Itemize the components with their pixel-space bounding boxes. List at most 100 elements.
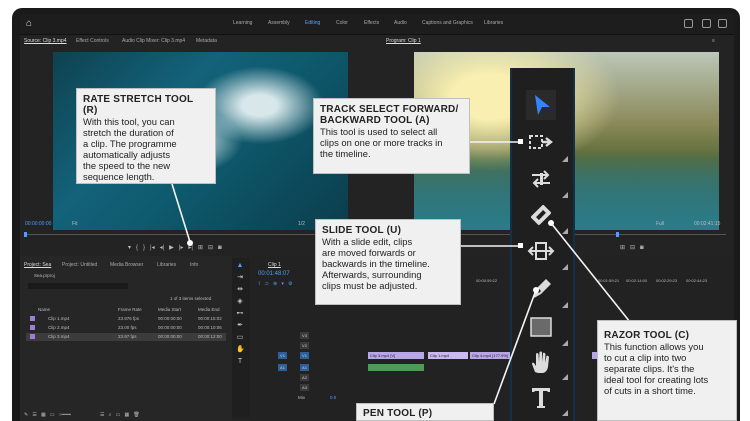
timeline-timecode[interactable]: 00:01:48:07 (258, 271, 290, 277)
tab-source[interactable]: Source: Clip 3.mp4 (24, 38, 67, 44)
timeline-clip[interactable]: Clip 1.mp4 (428, 352, 468, 359)
track-label: V1 (300, 352, 309, 359)
col-name[interactable]: Name (38, 307, 50, 312)
tab-project-sea[interactable]: Project: Sea (24, 262, 51, 268)
source-playhead[interactable] (24, 232, 27, 237)
track-select-forward-icon[interactable] (526, 128, 556, 158)
tool-flyout-icon[interactable] (562, 302, 568, 308)
workspace-audio[interactable]: Audio (394, 20, 407, 26)
workspace-effects[interactable]: Effects (364, 20, 379, 26)
tool-flyout-icon[interactable] (562, 156, 568, 162)
track-header-a1[interactable]: A1 A1 (270, 363, 346, 372)
fullscreen-icon[interactable] (718, 19, 727, 28)
program-full-dropdown[interactable]: Full (656, 221, 664, 227)
col-media-start[interactable]: Media Start (158, 307, 181, 312)
workspace-libraries[interactable]: Libraries (484, 20, 503, 26)
master-track-value[interactable]: 0.0 (330, 395, 336, 400)
table-row[interactable]: Clip 1.mp4 23.976 fps 00:00:00:00 00:00:… (26, 315, 226, 323)
col-media-end[interactable]: Media End (198, 307, 220, 312)
rectangle-icon[interactable] (526, 312, 556, 342)
tab-program[interactable]: Program: Clip 1 (386, 38, 421, 44)
type-icon[interactable]: T (236, 358, 244, 366)
tab-project-untitled[interactable]: Project: Untitled (62, 262, 97, 268)
rectangle-icon[interactable]: ▭ (236, 334, 244, 342)
table-row[interactable]: Clip 2.mp4 23.00 fps 00:00:00:00 00:00:1… (26, 324, 226, 332)
callout-line: backwards in the timeline. (322, 258, 430, 269)
clip-end: 00:00:10:06 (198, 325, 222, 330)
track-select-icon[interactable]: ⇥ (236, 274, 244, 282)
track-header-v2[interactable]: V2 (270, 341, 346, 350)
share-icon[interactable] (684, 19, 693, 28)
tab-sequence[interactable]: Clip 1 (268, 262, 281, 268)
workspace-learning[interactable]: Learning (233, 20, 252, 26)
selection-tool-icon[interactable] (526, 90, 556, 120)
hand-icon[interactable] (526, 348, 556, 378)
clip-label: Clip 3.mp4 [V] (370, 353, 396, 358)
track-header-a2[interactable]: A2 (270, 373, 346, 382)
ripple-edit-icon[interactable]: ⇹ (236, 286, 244, 294)
source-tabs: Source: Clip 3.mp4 Effect Controls Audio… (24, 38, 384, 46)
clip-icon (30, 325, 35, 330)
tab-audio-clip-mixer[interactable]: Audio Clip Mixer: Clip 3.mp4 (122, 38, 185, 44)
table-row[interactable]: Clip 3.mp4 23.97 fps 00:00:00:00 00:00:1… (26, 333, 226, 341)
source-timecode[interactable]: 00:00:00:00 (25, 221, 51, 227)
tool-flyout-icon[interactable] (562, 374, 568, 380)
tool-flyout-icon[interactable] (562, 340, 568, 346)
project-items-selected: 1 of 3 items selected (170, 296, 212, 301)
clip-fps: 23.976 fps (118, 316, 140, 321)
hand-icon[interactable]: ✋ (236, 346, 245, 354)
selection-tool-icon[interactable]: ▲ (236, 262, 244, 270)
program-transport-controls[interactable]: ⊞ ⊟ ◙ (620, 245, 644, 252)
home-icon[interactable]: ⌂ (26, 18, 37, 29)
slip-icon[interactable]: ⊷ (236, 310, 244, 318)
tab-info[interactable]: Info (190, 262, 198, 268)
tool-flyout-icon[interactable] (562, 410, 568, 416)
clip-label: Clip 4.mp4 [177.9%] (472, 353, 509, 358)
source-patch-a1[interactable]: A1 (278, 364, 287, 371)
program-menu-icon[interactable]: ≡ (712, 38, 715, 44)
clip-name: Clip 2.mp4 (48, 325, 70, 330)
track-label: A3 (300, 384, 309, 391)
tool-flyout-icon[interactable] (562, 192, 568, 198)
track-header-v1[interactable]: V1 V1 (270, 351, 346, 360)
pen-icon[interactable] (526, 274, 556, 304)
program-playhead[interactable] (616, 232, 619, 237)
timeline-toolbar[interactable]: ⌇ ⊃ ⊕ ▾ ⚙ (258, 281, 292, 288)
slip-icon[interactable] (526, 236, 556, 266)
track-label: V2 (300, 342, 309, 349)
source-fit-dropdown[interactable]: Fit (72, 221, 78, 227)
timeline-audio-clip[interactable] (368, 364, 424, 371)
callout-line: This tool is used to select all (320, 126, 438, 137)
project-search-input[interactable] (28, 283, 128, 289)
tab-metadata[interactable]: Metadata (196, 38, 217, 44)
callout-title: BACKWARD TOOL (A) (320, 115, 430, 126)
tab-media-browser[interactable]: Media Browser (110, 262, 143, 268)
project-file-name: Sea.prproj (34, 273, 55, 278)
callout-line: separate clips. It's the (604, 363, 695, 374)
callout-line: of cuts in a short time. (604, 385, 696, 396)
timeline-clip[interactable]: Clip 3.mp4 [V] (368, 352, 424, 359)
pen-icon[interactable]: ✒ (236, 322, 244, 330)
razor-icon[interactable]: ◈ (236, 298, 244, 306)
workspace-editing[interactable]: Editing (305, 20, 320, 26)
workspace-captions[interactable]: Captions and Graphics (422, 20, 473, 26)
track-header-v3[interactable]: V3 (270, 331, 346, 340)
tab-libraries[interactable]: Libraries (157, 262, 176, 268)
notifications-icon[interactable] (702, 19, 711, 28)
workspace-assembly[interactable]: Assembly (268, 20, 290, 26)
callout-line: to cut a clip into two (604, 352, 687, 363)
program-fraction[interactable]: 1/2 (298, 221, 305, 227)
program-timecode: 00:02:41:15 (694, 221, 721, 227)
tool-flyout-icon[interactable] (562, 228, 568, 234)
source-patch-v1[interactable]: V1 (278, 352, 287, 359)
project-bottom-toolbar[interactable]: ✎ ☰ ▦ ▭ ○━━━ ☰ ⌕ ▭ ▦ 🗑 (24, 412, 140, 419)
col-frame-rate[interactable]: Frame Rate (118, 307, 142, 312)
type-icon[interactable] (526, 382, 556, 412)
track-header-a3[interactable]: A3 (270, 383, 346, 392)
workspace-color[interactable]: Color (336, 20, 348, 26)
source-transport-controls[interactable]: ▾ { } |◂ ◂| ▶ |▸ ▸| ⊞ ⊟ ◙ (128, 245, 222, 252)
callout-slide: SLIDE TOOL (U) With a slide edit, clips … (315, 219, 461, 305)
tool-flyout-icon[interactable] (562, 264, 568, 270)
ripple-edit-icon[interactable] (526, 164, 556, 194)
tab-effect-controls[interactable]: Effect Controls (76, 38, 109, 44)
